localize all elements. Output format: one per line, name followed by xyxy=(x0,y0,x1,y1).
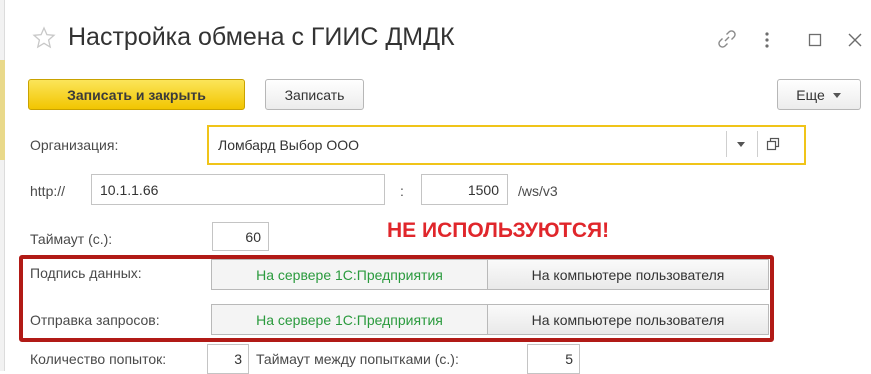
chevron-down-icon xyxy=(832,92,841,98)
attempts-label: Количество попыток: xyxy=(30,351,167,367)
organization-label: Организация: xyxy=(30,137,119,153)
timeout-label: Таймаут (с.): xyxy=(30,231,113,247)
port-separator: : xyxy=(400,183,404,199)
sign-on-server-option[interactable]: На сервере 1С:Предприятия xyxy=(211,259,488,290)
host-input[interactable]: 10.1.1.66 xyxy=(91,174,385,205)
dropdown-arrow-icon[interactable] xyxy=(736,140,746,148)
more-vertical-icon[interactable] xyxy=(763,30,771,50)
field-divider xyxy=(757,131,758,157)
http-label: http:// xyxy=(30,183,66,199)
port-value: 1500 xyxy=(467,181,499,198)
close-icon[interactable] xyxy=(847,32,863,48)
send-requests-label: Отправка запросов: xyxy=(30,312,160,328)
save-button[interactable]: Записать xyxy=(265,79,364,110)
attempts-input[interactable]: 3 xyxy=(207,344,249,374)
organization-field[interactable]: Ломбард Выбор ООО xyxy=(207,125,806,165)
window-left-edge xyxy=(0,0,5,371)
maximize-icon[interactable] xyxy=(808,33,822,47)
open-form-icon[interactable] xyxy=(766,137,780,151)
retry-timeout-input[interactable]: 5 xyxy=(527,344,580,374)
organization-value: Ломбард Выбор ООО xyxy=(218,137,359,153)
sign-on-client-option[interactable]: На компьютере пользователя xyxy=(487,259,769,290)
port-input[interactable]: 1500 xyxy=(421,174,508,205)
retry-timeout-value: 5 xyxy=(565,351,573,367)
path-text: /ws/v3 xyxy=(518,183,558,199)
window-left-accent xyxy=(0,60,5,160)
star-outline-icon[interactable] xyxy=(32,26,56,50)
field-divider xyxy=(726,131,727,157)
timeout-value: 60 xyxy=(245,228,261,245)
link-icon[interactable] xyxy=(716,28,738,50)
attempts-value: 3 xyxy=(234,351,242,367)
sign-data-label: Подпись данных: xyxy=(30,265,142,281)
timeout-input[interactable]: 60 xyxy=(212,222,269,251)
window-title: Настройка обмена с ГИИС ДМДК xyxy=(68,23,455,51)
more-label: Еще xyxy=(796,86,825,103)
send-on-client-option[interactable]: На компьютере пользователя xyxy=(487,304,769,335)
more-button[interactable]: Еще xyxy=(777,79,861,110)
host-value: 10.1.1.66 xyxy=(100,181,159,198)
retry-timeout-label: Таймаут между попытками (с.): xyxy=(256,351,459,367)
send-on-server-option[interactable]: На сервере 1С:Предприятия xyxy=(211,304,488,335)
save-and-close-button[interactable]: Записать и закрыть xyxy=(28,79,245,110)
warning-annotation: НЕ ИСПОЛЬЗУЮТСЯ! xyxy=(387,219,610,242)
